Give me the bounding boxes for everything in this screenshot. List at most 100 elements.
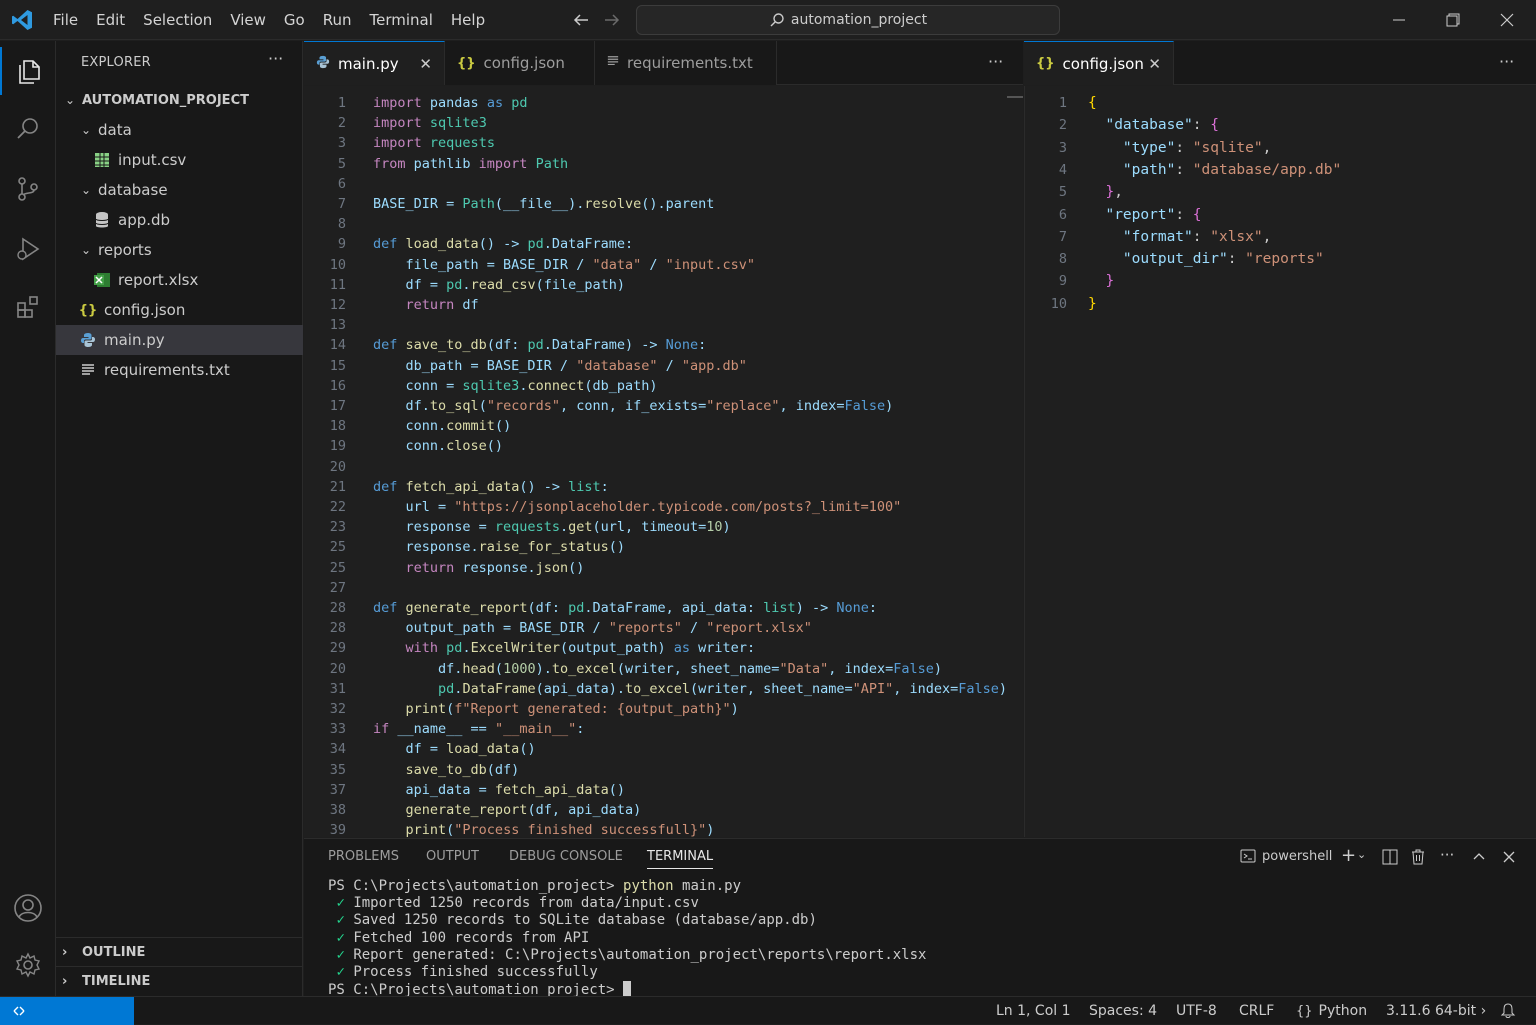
- line-ending[interactable]: CRLF: [1239, 1003, 1274, 1019]
- tree-folder-reports[interactable]: ⌄ reports: [56, 235, 303, 265]
- editor-more-actions-icon[interactable]: ···: [1499, 52, 1514, 71]
- menu-edit[interactable]: Edit: [87, 0, 134, 40]
- run-debug-activity-button[interactable]: [0, 225, 56, 273]
- accounts-activity-button[interactable]: [0, 884, 56, 932]
- menu-selection[interactable]: Selection: [134, 0, 221, 40]
- code-line[interactable]: import sqlite3: [373, 115, 487, 131]
- close-window-button[interactable]: [1480, 0, 1534, 40]
- search-activity-button[interactable]: [0, 105, 56, 153]
- panel-tab-problems[interactable]: PROBLEMS: [328, 849, 399, 864]
- trash-icon[interactable]: [1411, 849, 1425, 865]
- code-line[interactable]: def load_data() -> pd.DataFrame:: [373, 236, 633, 252]
- code-line[interactable]: import pandas as pd: [373, 95, 527, 111]
- panel-tab-debug-console[interactable]: DEBUG CONSOLE: [509, 849, 623, 864]
- scrollbar-indicator[interactable]: [1007, 96, 1023, 98]
- new-terminal-plus-icon[interactable]: +: [1341, 845, 1356, 866]
- code-line[interactable]: db_path = BASE_DIR / "database" / "app.d…: [373, 358, 747, 374]
- minimize-button[interactable]: [1372, 0, 1426, 40]
- project-folder[interactable]: ⌄ AUTOMATION_PROJECT: [56, 85, 303, 115]
- close-panel-icon[interactable]: [1502, 850, 1516, 864]
- tab-config-json[interactable]: {} config.json: [445, 41, 595, 85]
- language-mode[interactable]: {} Python: [1296, 1003, 1367, 1019]
- encoding[interactable]: UTF-8: [1176, 1003, 1217, 1019]
- code-line[interactable]: import requests: [373, 135, 495, 151]
- code-line[interactable]: "path": "database/app.db": [1088, 162, 1341, 178]
- menu-go[interactable]: Go: [275, 0, 314, 40]
- code-line[interactable]: BASE_DIR = Path(__file__).resolve().pare…: [373, 196, 714, 212]
- back-arrow-icon[interactable]: [570, 9, 592, 31]
- tree-folder-data[interactable]: ⌄ data: [56, 115, 303, 145]
- more-actions-icon[interactable]: ···: [1440, 846, 1454, 864]
- code-line[interactable]: api_data = fetch_api_data(): [373, 782, 625, 798]
- tree-folder-database[interactable]: ⌄ database: [56, 175, 303, 205]
- code-line[interactable]: conn.close(): [373, 438, 504, 454]
- bell-icon[interactable]: [1500, 1003, 1516, 1019]
- code-line[interactable]: }: [1088, 273, 1114, 289]
- code-line[interactable]: if __name__ == "__main__":: [373, 721, 584, 737]
- maximize-panel-chevron-up-icon[interactable]: [1472, 850, 1486, 864]
- chevron-down-icon[interactable]: ⌄: [1357, 848, 1366, 861]
- code-line[interactable]: generate_report(df, api_data): [373, 802, 642, 818]
- code-line[interactable]: url = "https://jsonplaceholder.typicode.…: [373, 499, 902, 515]
- code-line[interactable]: {: [1088, 95, 1097, 111]
- explorer-activity-button[interactable]: [0, 47, 56, 95]
- code-line[interactable]: def save_to_db(df: pd.DataFrame) -> None…: [373, 337, 706, 353]
- code-line[interactable]: "format": "xlsx",: [1088, 229, 1271, 245]
- code-line[interactable]: pd.DataFrame(api_data).to_excel(writer, …: [373, 681, 1007, 697]
- code-line[interactable]: "output_dir": "reports": [1088, 251, 1324, 267]
- code-line[interactable]: print("Process finished successfull}"): [373, 822, 715, 837]
- editor-config-json[interactable]: 1 {2 "database": {3 "type": "sqlite", 4 "p…: [1024, 86, 1536, 837]
- menu-view[interactable]: View: [221, 0, 275, 40]
- code-line[interactable]: df = pd.read_csv(file_path): [373, 277, 626, 293]
- code-line[interactable]: }: [1088, 296, 1097, 312]
- menu-file[interactable]: File: [44, 0, 87, 40]
- panel-tab-terminal[interactable]: TERMINAL: [647, 849, 714, 869]
- tree-file-report-xlsx[interactable]: report.xlsx: [56, 265, 303, 295]
- forward-arrow-icon[interactable]: [601, 9, 623, 31]
- code-line[interactable]: print(f"Report generated: {output_path}"…: [373, 701, 739, 717]
- remote-indicator-button[interactable]: [0, 997, 134, 1025]
- code-line[interactable]: file_path = BASE_DIR / "data" / "input.c…: [373, 257, 756, 273]
- close-tab-icon[interactable]: ✕: [419, 55, 432, 73]
- code-line[interactable]: df.to_sql("records", conn, if_exists="re…: [373, 398, 894, 414]
- menu-run[interactable]: Run: [314, 0, 361, 40]
- code-line[interactable]: conn = sqlite3.connect(db_path): [373, 378, 658, 394]
- editor-more-actions-icon[interactable]: ···: [988, 52, 1003, 71]
- code-line[interactable]: response.raise_for_status(): [373, 539, 625, 555]
- code-line[interactable]: response = requests.get(url, timeout=10): [373, 519, 731, 535]
- cursor-position[interactable]: Ln 1, Col 1: [996, 1003, 1071, 1019]
- tab-main-py[interactable]: main.py ✕: [304, 41, 445, 85]
- terminal-shell-selector[interactable]: powershell: [1240, 848, 1332, 864]
- tree-file-input-csv[interactable]: input.csv: [56, 145, 303, 175]
- restore-button[interactable]: [1426, 0, 1480, 40]
- source-control-activity-button[interactable]: [0, 165, 56, 213]
- timeline-section[interactable]: › TIMELINE: [56, 966, 303, 995]
- close-tab-icon[interactable]: ✕: [1148, 55, 1161, 73]
- tree-file-main-py[interactable]: main.py: [56, 325, 303, 355]
- outline-section[interactable]: › OUTLINE: [56, 937, 303, 966]
- menu-help[interactable]: Help: [442, 0, 494, 40]
- tree-file-app-db[interactable]: app.db: [56, 205, 303, 235]
- tab-config-json-right[interactable]: {} config.json ✕: [1024, 41, 1174, 85]
- editor-main-py[interactable]: 1 import pandas as pd 2 import sqlite3 3 impo…: [304, 86, 1023, 837]
- code-line[interactable]: return df: [373, 297, 479, 313]
- command-center-search[interactable]: automation_project: [636, 5, 1060, 35]
- code-line[interactable]: df.head(1000).to_excel(writer, sheet_nam…: [373, 661, 942, 677]
- code-line[interactable]: df = load_data(): [373, 741, 536, 757]
- code-line[interactable]: def fetch_api_data() -> list:: [373, 479, 609, 495]
- extensions-activity-button[interactable]: [0, 283, 56, 331]
- code-line[interactable]: with pd.ExcelWriter(output_path) as writ…: [373, 640, 756, 656]
- terminal-output[interactable]: PS C:\Projects\automation_project> pytho…: [328, 878, 926, 999]
- tree-file-config-json[interactable]: {} config.json: [56, 295, 303, 325]
- code-line[interactable]: conn.commit(): [373, 418, 512, 434]
- code-line[interactable]: save_to_db(df): [373, 762, 520, 778]
- code-line[interactable]: "report": {: [1088, 207, 1201, 223]
- code-line[interactable]: return response.json(): [373, 560, 585, 576]
- manage-activity-button[interactable]: [0, 941, 56, 989]
- explorer-more-actions-icon[interactable]: ···: [268, 49, 283, 68]
- panel-tab-output[interactable]: OUTPUT: [426, 849, 479, 864]
- tab-requirements-txt[interactable]: requirements.txt: [595, 41, 777, 85]
- tree-file-requirements-txt[interactable]: requirements.txt: [56, 355, 303, 385]
- code-line[interactable]: },: [1088, 184, 1122, 200]
- code-line[interactable]: "type": "sqlite",: [1088, 140, 1271, 156]
